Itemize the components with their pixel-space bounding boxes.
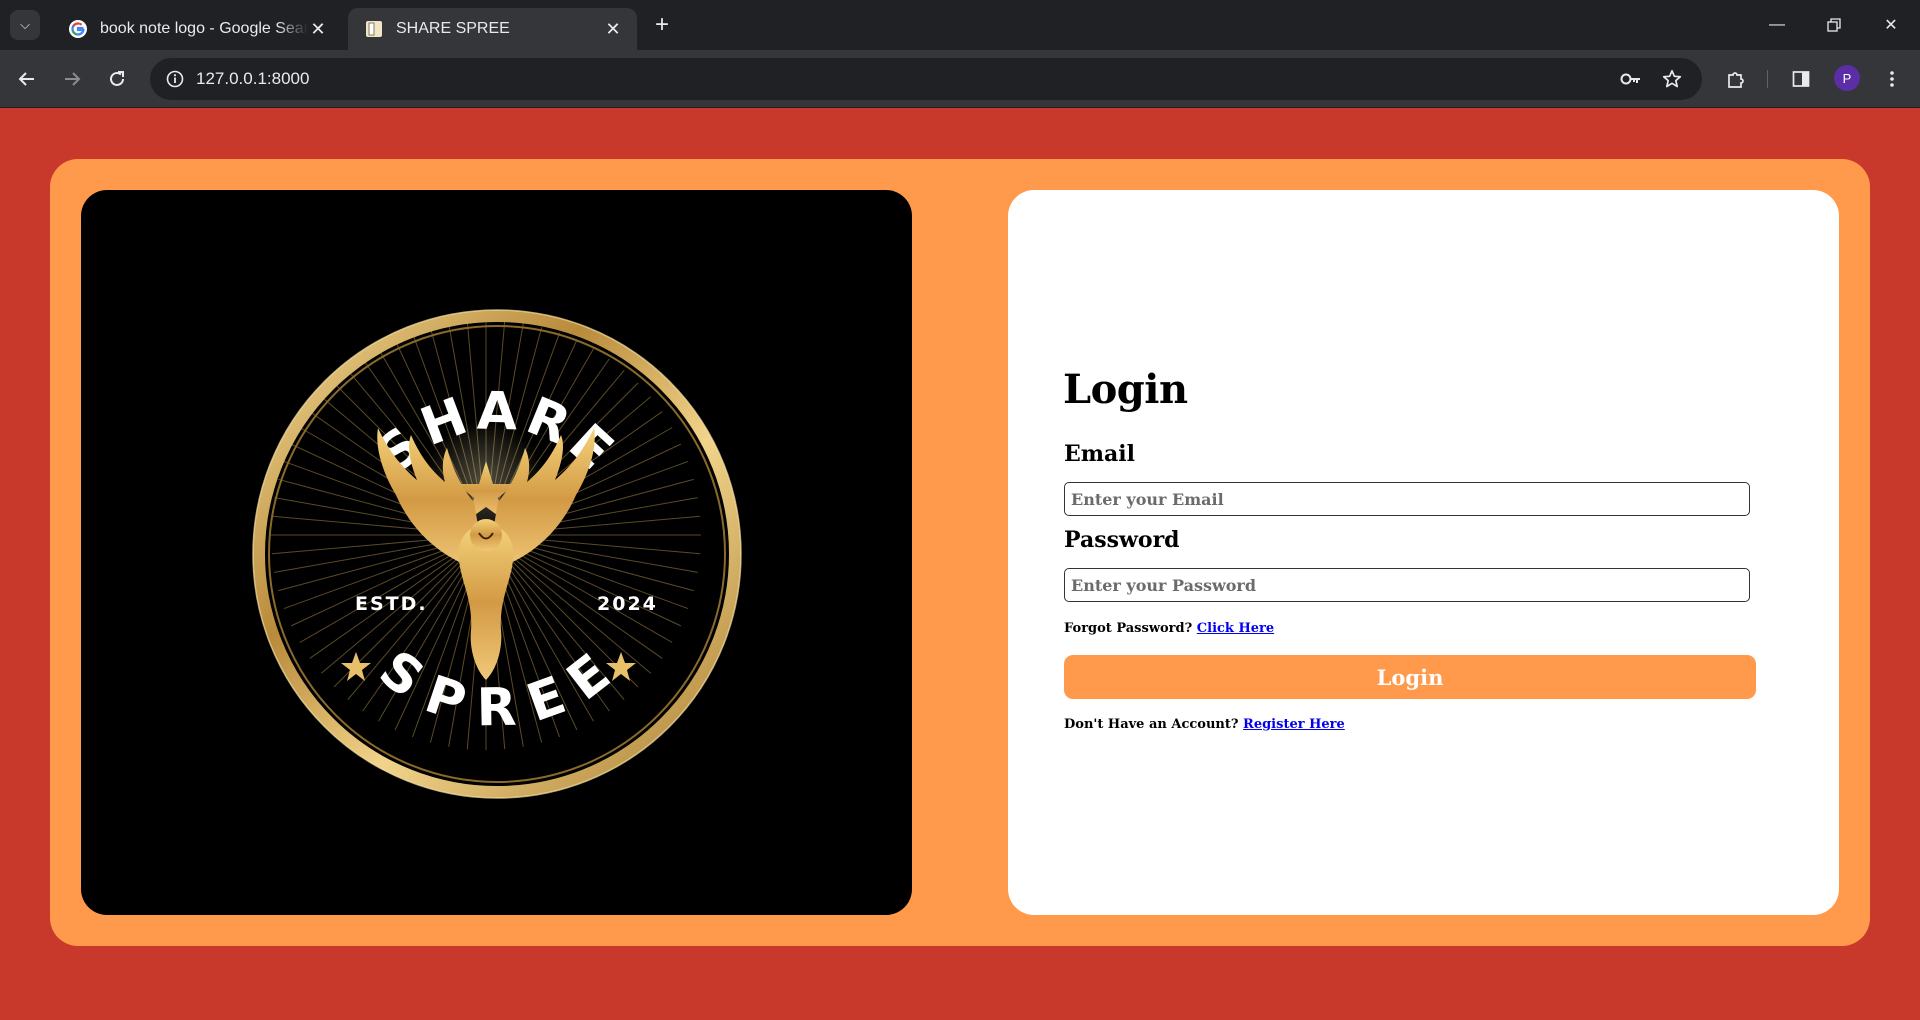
- minimize-button[interactable]: —: [1754, 0, 1800, 50]
- tab-title: SHARE SPREE: [396, 20, 510, 37]
- address-bar[interactable]: 127.0.0.1:8000: [150, 58, 1702, 100]
- tab-search-button[interactable]: ⌵: [10, 10, 40, 40]
- back-button[interactable]: [11, 63, 43, 95]
- logo-panel: SHARE SPREE ESTD. 2024: [81, 190, 912, 915]
- email-label: Email: [1064, 441, 1136, 467]
- url-text: 127.0.0.1:8000: [196, 69, 310, 88]
- email-input[interactable]: [1064, 482, 1750, 516]
- close-icon: ✕: [1884, 17, 1898, 34]
- bookmark-star-icon[interactable]: [1657, 64, 1687, 94]
- close-icon[interactable]: ✕: [603, 19, 623, 40]
- menu-button[interactable]: [1876, 63, 1908, 95]
- forward-button[interactable]: [56, 63, 88, 95]
- forgot-password-link[interactable]: Click Here: [1197, 621, 1274, 636]
- register-link[interactable]: Register Here: [1243, 717, 1345, 732]
- page-favicon-icon: [364, 19, 384, 39]
- back-arrow-icon: [18, 72, 34, 86]
- login-title: Login: [1063, 366, 1188, 413]
- chevron-down-icon: ⌵: [20, 17, 30, 32]
- more-vert-icon: [1890, 71, 1894, 87]
- forgot-password-row: Forgot Password? Click Here: [1064, 621, 1274, 636]
- reload-icon: [110, 71, 124, 86]
- forward-arrow-icon: [65, 72, 81, 86]
- tab-share-spree[interactable]: SHARE SPREE ✕: [348, 8, 637, 50]
- google-g-icon: [68, 19, 88, 39]
- extensions-button[interactable]: [1720, 63, 1752, 95]
- browser-tabstrip: ⌵ book note logo - Google Search ✕ SHARE…: [0, 0, 1920, 50]
- logo-year-text: 2024: [597, 593, 658, 615]
- register-text: Don't Have an Account?: [1064, 717, 1239, 732]
- new-tab-button[interactable]: +: [648, 12, 676, 40]
- profile-avatar[interactable]: P: [1834, 65, 1860, 91]
- plus-icon: +: [654, 11, 669, 38]
- password-input[interactable]: [1064, 568, 1750, 602]
- puzzle-icon: [1728, 72, 1744, 88]
- forgot-password-text: Forgot Password?: [1064, 621, 1193, 636]
- tab-google-search[interactable]: book note logo - Google Search ✕: [52, 8, 342, 50]
- close-icon[interactable]: ✕: [308, 19, 328, 40]
- restore-button[interactable]: [1811, 0, 1857, 50]
- minimize-icon: —: [1769, 16, 1785, 33]
- share-spree-logo: SHARE SPREE ESTD. 2024: [252, 309, 742, 799]
- browser-toolbar: 127.0.0.1:8000: [0, 50, 1920, 108]
- register-row: Don't Have an Account? Register Here: [1064, 717, 1345, 732]
- side-panel-button[interactable]: [1785, 63, 1817, 95]
- login-button[interactable]: Login: [1064, 655, 1756, 699]
- reload-button[interactable]: [101, 63, 133, 95]
- site-info-icon[interactable]: [160, 64, 190, 94]
- close-window-button[interactable]: ✕: [1868, 0, 1914, 50]
- restore-icon: [1827, 18, 1841, 32]
- password-label: Password: [1064, 527, 1180, 553]
- side-panel-icon: [1792, 71, 1810, 87]
- toolbar-divider: [1767, 70, 1768, 88]
- login-panel: Login Email Password Forgot Password? Cl…: [1008, 190, 1839, 915]
- tab-title: book note logo - Google Search: [100, 20, 308, 37]
- logo-estd-text: ESTD.: [355, 593, 428, 615]
- password-key-icon[interactable]: [1616, 64, 1646, 94]
